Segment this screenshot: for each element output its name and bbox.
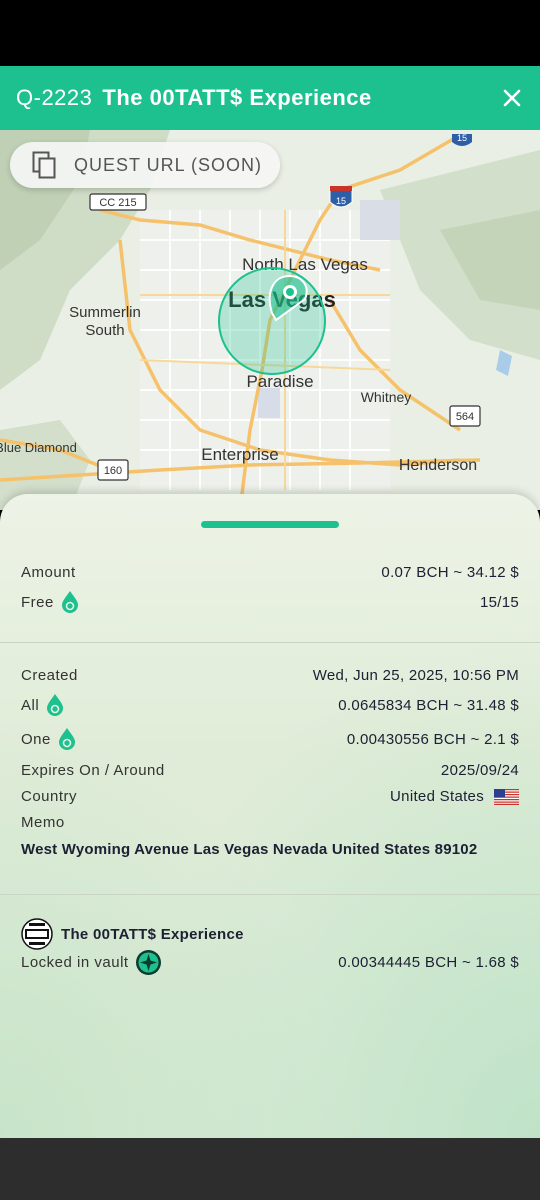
country-label: Country [21, 788, 78, 805]
memo-row: Memo [21, 814, 519, 831]
memo-label: Memo [21, 814, 65, 831]
map-label-paradise: Paradise [246, 372, 313, 391]
expires-label: Expires On / Around [21, 762, 165, 779]
drop-icon [47, 694, 64, 716]
one-value: 0.00430556 BCH ~ 2.1 $ [346, 730, 519, 748]
map-label-henderson: Henderson [399, 457, 477, 474]
created-label: Created [21, 667, 78, 684]
expires-value: 2025/09/24 [440, 762, 519, 779]
shield-i15-top-label: 15 [457, 133, 467, 143]
divider [0, 642, 540, 643]
map-label-south: South [85, 322, 124, 339]
one-row: One 0.00430556 BCH ~ 2.1 $ [21, 727, 519, 751]
amount-row: Amount 0.07 BCH ~ 34.12 $ [21, 564, 519, 581]
created-value: Wed, Jun 25, 2025, 10:56 PM [312, 667, 519, 684]
quest-radius-circle [218, 267, 326, 375]
locked-value: 0.00344445 BCH ~ 1.68 $ [338, 954, 519, 971]
quest-id: Q-2223 [16, 85, 93, 110]
memo-value: West Wyoming Avenue Las Vegas Nevada Uni… [21, 841, 478, 858]
created-row: Created Wed, Jun 25, 2025, 10:56 PM [21, 667, 519, 684]
all-value: 0.0645834 BCH ~ 31.48 $ [338, 696, 519, 714]
vault-icon [135, 950, 161, 975]
details-sheet: Amount 0.07 BCH ~ 34.12 $ Free 15/15 Cre… [0, 494, 540, 1138]
quest-url-button[interactable]: QUEST URL (SOON) [10, 142, 280, 188]
shield-i15-mid-label: 15 [336, 196, 346, 206]
locked-row: Locked in vault 0.00344445 BCH ~ 1.68 $ [21, 949, 519, 976]
vault-brand-row: The 00TATT$ Experience [21, 918, 519, 950]
divider [0, 894, 540, 895]
shield-cc215-label: CC 215 [99, 197, 136, 209]
shield-564-label: 564 [456, 411, 474, 423]
amount-value: 0.07 BCH ~ 34.12 $ [381, 564, 519, 581]
expires-row: Expires On / Around 2025/09/24 [21, 762, 519, 779]
country-row: Country United States [21, 788, 519, 805]
map-label-blue-diamond: Blue Diamond [0, 440, 77, 455]
close-button[interactable] [496, 82, 528, 114]
brand-logo [21, 918, 53, 950]
quest-url-label: QUEST URL (SOON) [74, 154, 263, 175]
drop-icon [61, 591, 78, 613]
all-row: All 0.0645834 BCH ~ 31.48 $ [21, 693, 519, 717]
navigation-bar [0, 1138, 540, 1200]
free-row: Free 15/15 [21, 590, 519, 614]
header-bar: Q-2223 The 00TATT$ Experience [0, 66, 540, 130]
locked-label: Locked in vault [21, 954, 129, 971]
status-bar [0, 0, 540, 66]
country-value: United States [390, 788, 484, 805]
map-label-summerlin: Summerlin [69, 304, 141, 321]
one-label: One [21, 730, 51, 748]
map-label-enterprise: Enterprise [201, 445, 278, 464]
amount-label: Amount [21, 564, 76, 581]
free-label: Free [21, 593, 54, 611]
vault-brand-name: The 00TATT$ Experience [61, 925, 244, 943]
all-label: All [21, 696, 40, 714]
drop-icon [58, 728, 75, 750]
map-label-whitney: Whitney [361, 389, 412, 405]
shield-160-label: 160 [104, 465, 122, 477]
memo-value-row: West Wyoming Avenue Las Vegas Nevada Uni… [21, 841, 519, 858]
sheet-drag-handle[interactable] [201, 521, 339, 528]
us-flag-icon [494, 788, 519, 805]
close-icon [503, 89, 521, 107]
copy-icon [32, 151, 56, 179]
quest-title: The 00TATT$ Experience [102, 85, 372, 110]
free-value: 15/15 [479, 593, 519, 611]
